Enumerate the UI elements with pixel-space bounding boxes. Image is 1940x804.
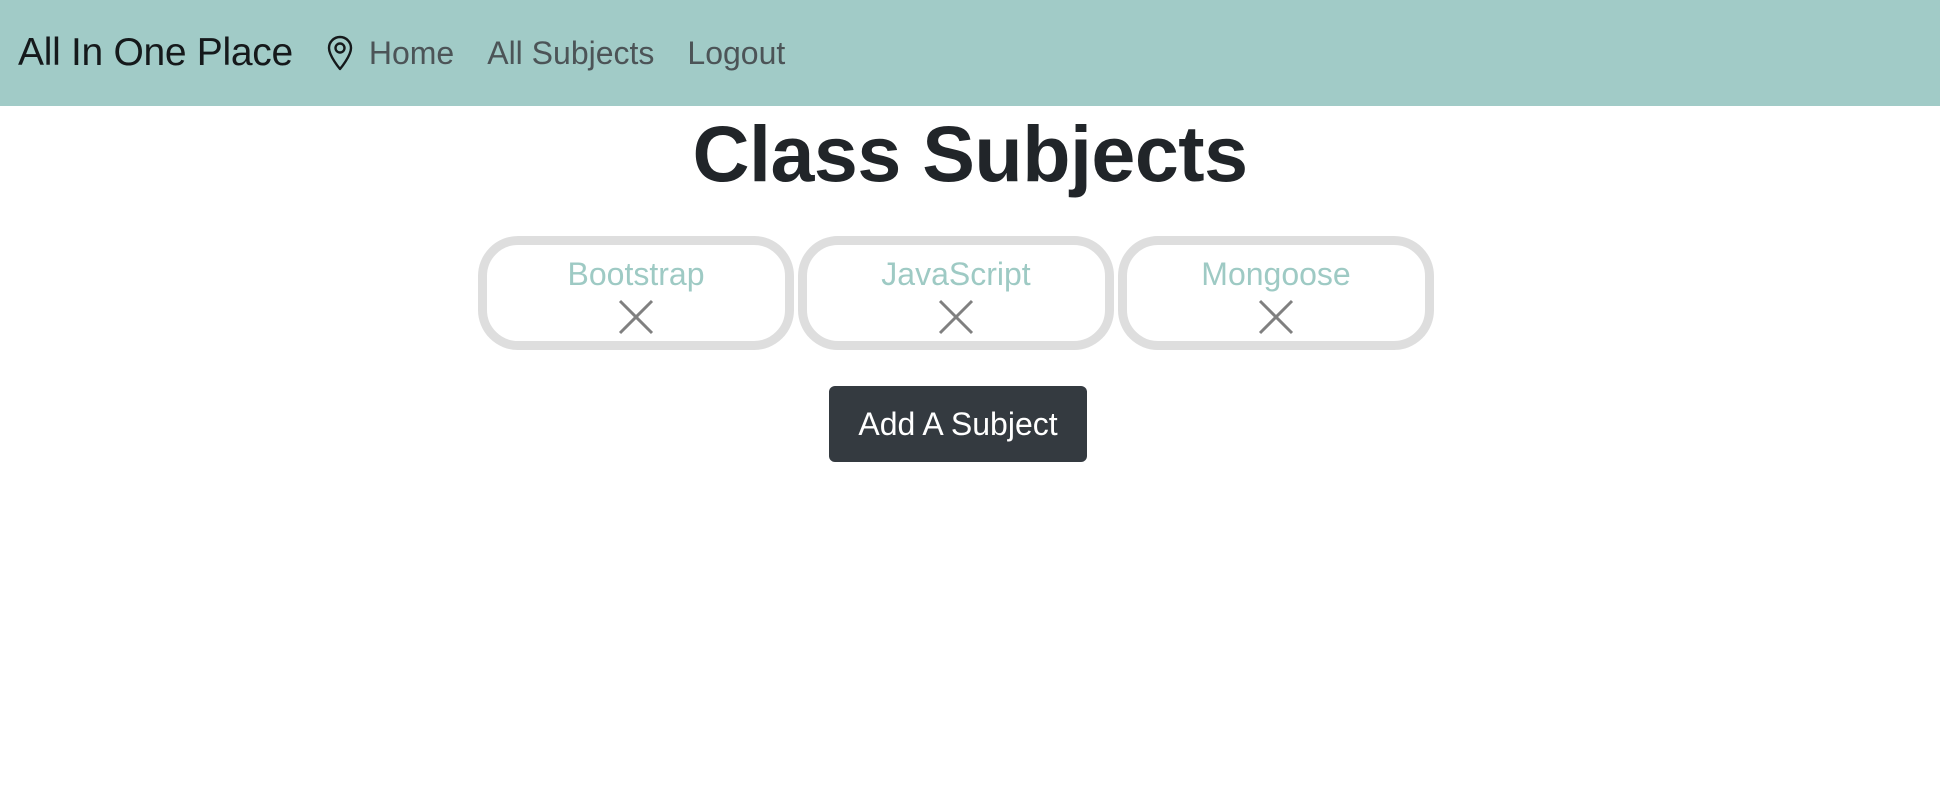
close-icon[interactable] (617, 298, 655, 336)
nav-link-logout[interactable]: Logout (687, 35, 785, 72)
add-subject-button[interactable]: Add A Subject (829, 386, 1087, 462)
subject-name[interactable]: JavaScript (881, 256, 1030, 292)
nav-link-home[interactable]: Home (369, 35, 454, 72)
page-title: Class Subjects (692, 109, 1248, 198)
subject-card-javascript[interactable]: JavaScript (798, 236, 1114, 350)
subject-card-bootstrap[interactable]: Bootstrap (478, 236, 794, 350)
brand-link[interactable]: All In One Place (18, 31, 293, 75)
close-icon[interactable] (1257, 298, 1295, 336)
subject-card-mongoose[interactable]: Mongoose (1118, 236, 1434, 350)
map-pin-icon (325, 34, 355, 72)
subject-list: Bootstrap JavaScript Mongoose (478, 236, 1434, 350)
subject-name[interactable]: Bootstrap (568, 256, 705, 292)
close-icon[interactable] (937, 298, 975, 336)
subject-name[interactable]: Mongoose (1201, 256, 1350, 292)
navbar: All In One Place Home All Subjects Logou… (0, 0, 1940, 106)
nav-link-all-subjects[interactable]: All Subjects (487, 35, 654, 72)
